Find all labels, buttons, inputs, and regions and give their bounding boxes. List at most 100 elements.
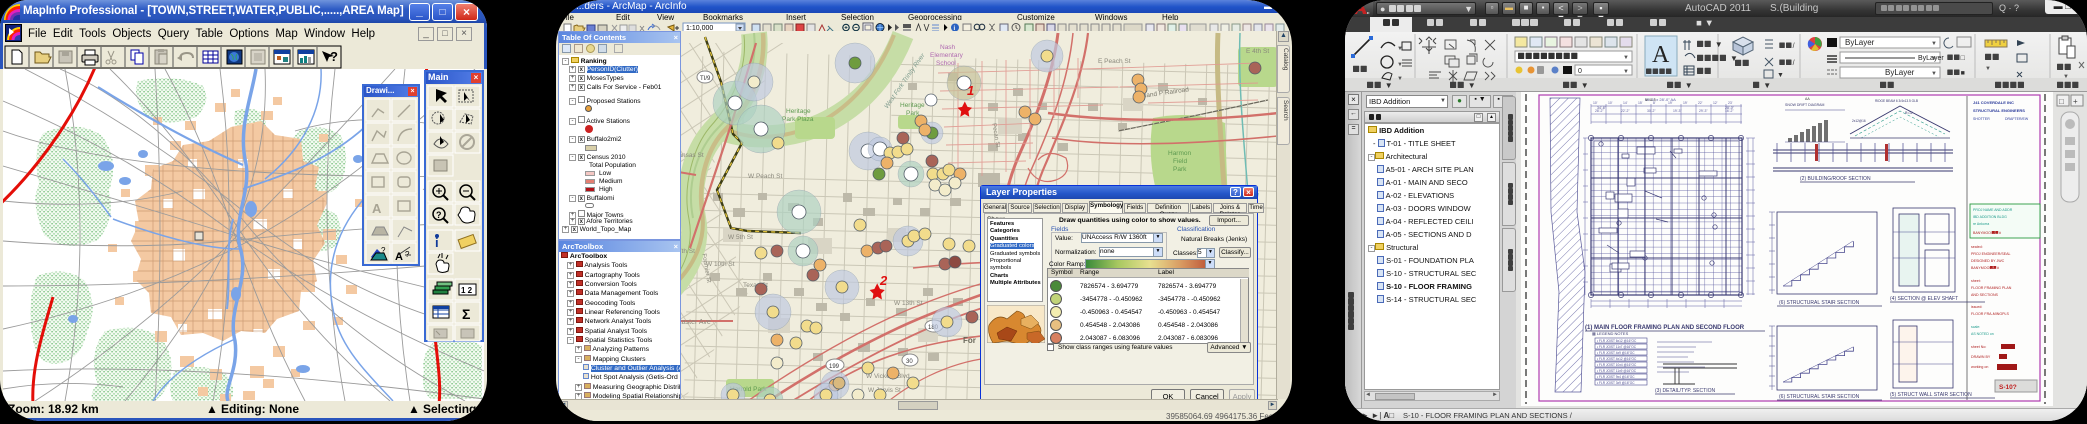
svg-text:19'-3": 19'-3" [1673,109,1682,113]
svg-text:W 10th St: W 10th St [706,261,735,268]
svg-text:PROJ ENGINEER/SEAL: PROJ ENGINEER/SEAL [1971,252,2011,256]
svg-text:19': 19' [1683,101,1688,105]
svg-text:W 5th St: W 5th St [728,234,753,241]
svg-text:+: + [2073,97,2078,106]
svg-text:E Peach St: E Peach St [1098,58,1131,65]
svg-text:scale:: scale: [1971,325,1980,329]
svg-text:SNOW DRIFT DIAGRAM: SNOW DRIFT DIAGRAM [1785,103,1824,107]
svg-text:(4) SECTION @ ELEV SHAFT: (4) SECTION @ ELEV SHAFT [1890,296,1958,302]
svg-text:■: ■ [1961,70,1965,77]
svg-text:AND SECTIONS: AND SECTIONS [1971,293,1999,297]
svg-text:sheet:: sheet: [1971,279,1981,283]
svg-text:(2) BUILDING/ROOF SECTION: (2) BUILDING/ROOF SECTION [1800,176,1871,182]
svg-text:issued:: issued: [1971,305,1982,309]
svg-text:IBD ADDITION BLDG: IBD ADDITION BLDG [1973,215,2007,219]
svg-text:M 41.5: M 41.5 [1645,98,1656,102]
svg-text:▪ FLR JOIST 9x4 @16"OC: ▪ FLR JOIST 9x4 @16"OC [1597,375,1635,379]
svg-text:▦ LEGEND NOTES: ▦ LEGEND NOTES [1592,331,1629,336]
svg-text:ByLayer: ByLayer [1845,38,1875,47]
svg-text:10': 10' [1593,101,1598,105]
svg-text:34'-6": 34'-6" [1597,106,1607,110]
svg-text:▼: ▼ [1763,81,1771,90]
svg-text:Elementary: Elementary [930,52,964,59]
svg-text:FLOOR FRA-MINGPLS: FLOOR FRA-MINGPLS [1971,312,2010,316]
svg-text:▼: ▼ [1581,81,1589,90]
svg-text:28'-0": 28'-0" [1725,106,1735,110]
svg-text:2: 2 [879,273,888,288]
svg-text:?: ? [405,250,410,259]
svg-text:Park: Park [1173,166,1187,173]
svg-text:/: / [1793,60,1795,67]
svg-text:A: A [395,251,403,263]
svg-text:▼: ▼ [1715,40,1723,49]
svg-text:1 2: 1 2 [461,286,473,295]
svg-text:School: School [936,60,956,67]
svg-text:re Ankorra: re Ankorra [1973,222,1989,226]
svg-text:ByLayer: ByLayer [1885,68,1915,77]
svg-text:Σ: Σ [462,306,470,322]
svg-text:(3) DETAIL/TYP. SECTION: (3) DETAIL/TYP. SECTION [1655,388,1715,394]
svg-text:2x12@16: 2x12@16 [1852,119,1866,123]
svg-text:W Peach St: W Peach St [748,173,783,180]
svg-text:W 13th St: W 13th St [894,300,923,307]
svg-text:Nash: Nash [940,44,956,51]
svg-text:DRAWN BY: DRAWN BY [1971,355,1991,359]
svg-text:□: □ [2059,97,2064,106]
svg-text:Field: Field [1173,158,1187,165]
svg-text:SHOTTER: SHOTTER [1973,117,1990,121]
svg-text:▼: ▼ [1385,81,1393,90]
svg-text:199: 199 [829,364,840,370]
svg-text:▼: ▼ [1397,76,1403,82]
svg-text:▪ FLR JOIST 6x12 @16"OC: ▪ FLR JOIST 6x12 @16"OC [1597,339,1637,343]
svg-text:14': 14' [1623,101,1628,105]
svg-text:?: ? [436,210,442,220]
svg-text:PROJ NAME AND ADDR: PROJ NAME AND ADDR [1973,208,2013,212]
svg-text:▼: ▼ [2063,74,2069,80]
svg-text:▪ FLR JOIST 11x9 @16"OC: ▪ FLR JOIST 11x9 @16"OC [1597,369,1637,373]
svg-text:▪ FLR JOIST 3x9 @16"OC: ▪ FLR JOIST 3x9 @16"OC [1597,381,1635,385]
svg-text:▼: ▼ [1931,56,1937,62]
svg-text:▼: ▼ [1985,66,1991,72]
svg-text:Harmon: Harmon [1168,150,1192,157]
svg-text:12': 12' [1713,101,1718,105]
svg-text:▼: ▼ [1685,81,1693,90]
svg-text:0: 0 [1578,68,1582,75]
svg-text:FLOOR FRAMING PLAN: FLOOR FRAMING PLAN [1971,286,2012,290]
svg-text:30'-2": 30'-2" [1647,109,1656,113]
svg-text:?: ? [330,49,338,64]
svg-text:▼: ▼ [1931,71,1937,77]
svg-text:J41 COVERDALE INC: J41 COVERDALE INC [1973,100,2014,105]
svg-text:▼: ▼ [1623,55,1629,61]
svg-text:RIDGE BEAM 6 3/4x13.5 GLB: RIDGE BEAM 6 3/4x13.5 GLB [1875,99,1918,103]
svg-text:1: 1 [967,83,974,98]
svg-text:sealed:: sealed: [1971,245,1983,249]
svg-text:22'-2": 22'-2" [1621,109,1630,113]
svg-text:AA: AA [1805,97,1810,101]
svg-text:#: # [1999,231,2001,235]
svg-text:DESIGNED BY JWC: DESIGNED BY JWC [1971,259,2005,263]
svg-text:▪ FLR JOIST 10x4 @16"OC: ▪ FLR JOIST 10x4 @16"OC [1597,363,1637,367]
svg-text:R=12: R=12 [1905,111,1913,115]
svg-text:29'-3": 29'-3" [1699,109,1708,113]
svg-text:▪ FLR JOIST 11x7 @16"OC: ▪ FLR JOIST 11x7 @16"OC [1597,345,1637,349]
svg-text:▼: ▼ [1623,69,1629,75]
svg-text:#: # [1997,266,1999,270]
svg-text:▪ FLR JOIST 4x12 @16"OC: ▪ FLR JOIST 4x12 @16"OC [1597,357,1637,361]
svg-text:▪ FLR JOIST 4x9 @16"OC: ▪ FLR JOIST 4x9 @16"OC [1597,351,1635,355]
svg-text:22': 22' [1698,101,1703,105]
svg-text:sheet No:: sheet No: [1971,345,1986,349]
svg-text:23': 23' [1728,101,1733,105]
svg-text:STRUCTURAL ENGINEERS: STRUCTURAL ENGINEERS [1973,108,2025,113]
svg-text:For: For [963,336,976,345]
svg-text:Heritage: Heritage [786,108,811,115]
svg-text:Heritage: Heritage [900,102,925,109]
svg-text:E 4th St: E 4th St [1246,48,1269,55]
svg-text:A: A [1652,42,1670,68]
svg-text:30: 30 [906,359,913,365]
svg-text:▼: ▼ [1468,81,1476,90]
svg-text:(5) STRUCT WALL STAIR SECTION: (5) STRUCT WALL STAIR SECTION [1890,392,1972,398]
svg-text:AS NOTED on: AS NOTED on [1971,332,1994,336]
svg-text:(6) STRUCTURAL STAIR SECTION: (6) STRUCTURAL STAIR SECTION [1779,300,1860,306]
svg-text:/: / [1793,43,1795,50]
svg-text:DRAFTER/EW: DRAFTER/EW [2005,117,2029,121]
